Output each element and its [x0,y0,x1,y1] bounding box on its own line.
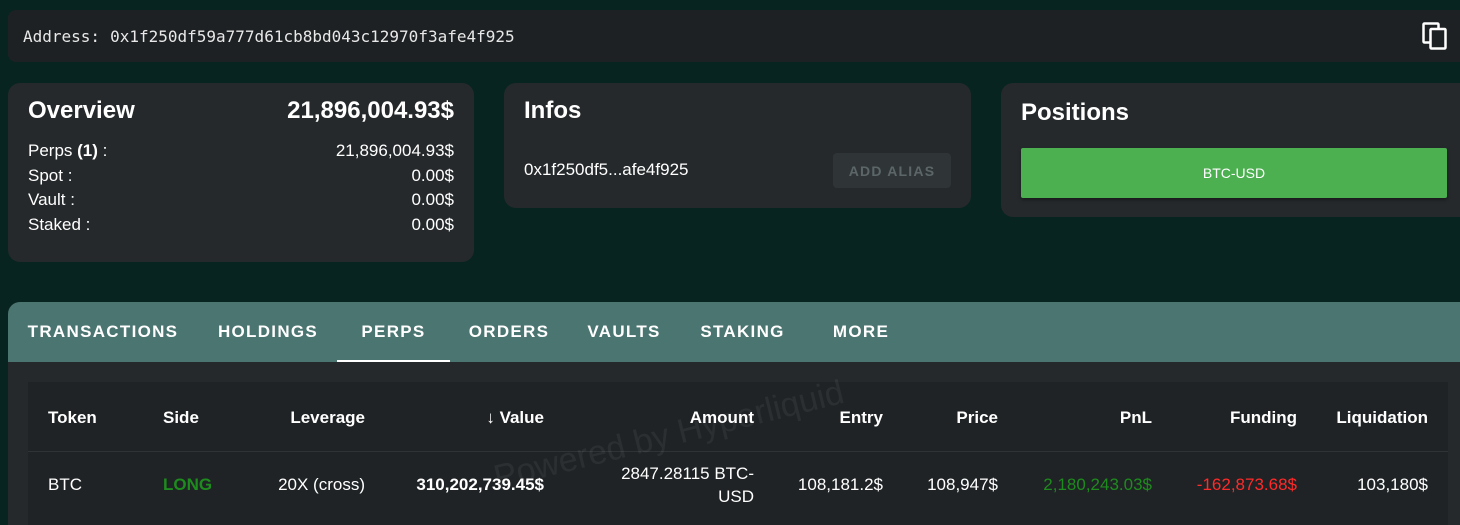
cell-leverage: 20X (cross) [278,475,365,494]
address-bar: Address: 0x1f250df59a777d61cb8bd043c1297… [8,10,1460,62]
overview-row-label: Spot : [28,165,73,185]
overview-title: Overview [28,97,135,124]
perps-table: Token Side Leverage ↓ Value Amount Entry… [28,382,1448,525]
cell-entry: 108,181.2$ [797,475,883,494]
column-header-entry[interactable]: Entry [840,408,883,428]
overview-row-staked: Staked : 0.00$ [28,213,454,238]
overview-row-spot: Spot : 0.00$ [28,164,454,189]
column-header-price[interactable]: Price [956,408,998,428]
cell-value: 310,202,739.45$ [416,475,544,494]
overview-total: 21,896,004.93$ [287,97,454,124]
table-divider [28,451,1448,452]
column-header-side[interactable]: Side [163,408,199,428]
tab-transactions[interactable]: TRANSACTIONS [8,302,198,362]
column-header-token[interactable]: Token [48,408,97,428]
overview-row-value: 21,896,004.93$ [335,141,454,160]
overview-card: Overview 21,896,004.93$ Perps (1) : 21,8… [8,83,474,262]
tab-staking[interactable]: STAKING [680,302,805,362]
tab-more[interactable]: MORE [805,302,917,362]
overview-row-value: 0.00$ [411,190,454,209]
column-header-pnl[interactable]: PnL [1120,408,1152,428]
cell-liquidation: 103,180$ [1357,475,1428,494]
cell-token: BTC [48,475,82,494]
positions-card: Positions BTC-USD [1001,83,1460,217]
overview-row-value: 0.00$ [411,214,454,234]
tab-perps[interactable]: PERPS [337,302,450,362]
infos-title: Infos [524,97,582,124]
position-btc-usd-button[interactable]: BTC-USD [1021,148,1447,198]
cell-amount: 2847.28115 BTC- USD [621,464,754,506]
positions-title: Positions [1021,99,1130,126]
overview-row-label: Perps (1) : [28,141,108,160]
tab-bar: TRANSACTIONS HOLDINGS PERPS ORDERS VAULT… [8,302,1460,362]
tab-holdings[interactable]: HOLDINGS [198,302,338,362]
infos-short-address: 0x1f250df5...afe4f925 [524,160,689,179]
overview-row-perps: Perps (1) : 21,896,004.93$ [28,139,454,164]
copy-icon[interactable] [1422,22,1448,50]
column-header-value[interactable]: ↓ Value [486,408,544,428]
infos-card: Infos 0x1f250df5...afe4f925 ADD ALIAS [504,83,971,208]
overview-row-value: 0.00$ [411,165,454,185]
tabs-panel: TRANSACTIONS HOLDINGS PERPS ORDERS VAULT… [8,302,1460,525]
cell-pnl: 2,180,243.03$ [1043,475,1152,494]
cell-funding: -162,873.68$ [1196,475,1297,494]
address-label: Address: [23,26,101,46]
add-alias-button[interactable]: ADD ALIAS [833,153,951,188]
column-header-amount[interactable]: Amount [690,408,754,428]
cell-side: LONG [163,475,213,494]
column-header-funding[interactable]: Funding [1230,408,1297,428]
address-value[interactable]: 0x1f250df59a777d61cb8bd043c12970f3afe4f9… [110,27,515,46]
sort-down-arrow-icon: ↓ [486,408,495,427]
tab-vaults[interactable]: VAULTS [568,302,680,362]
column-header-leverage[interactable]: Leverage [290,408,365,428]
overview-row-label: Vault : [28,190,75,209]
column-header-liquidation[interactable]: Liquidation [1336,408,1428,428]
overview-row-label: Staked : [28,214,91,234]
tab-orders[interactable]: ORDERS [450,302,568,362]
overview-row-vault: Vault : 0.00$ [28,188,454,213]
cell-price: 108,947$ [927,475,998,494]
